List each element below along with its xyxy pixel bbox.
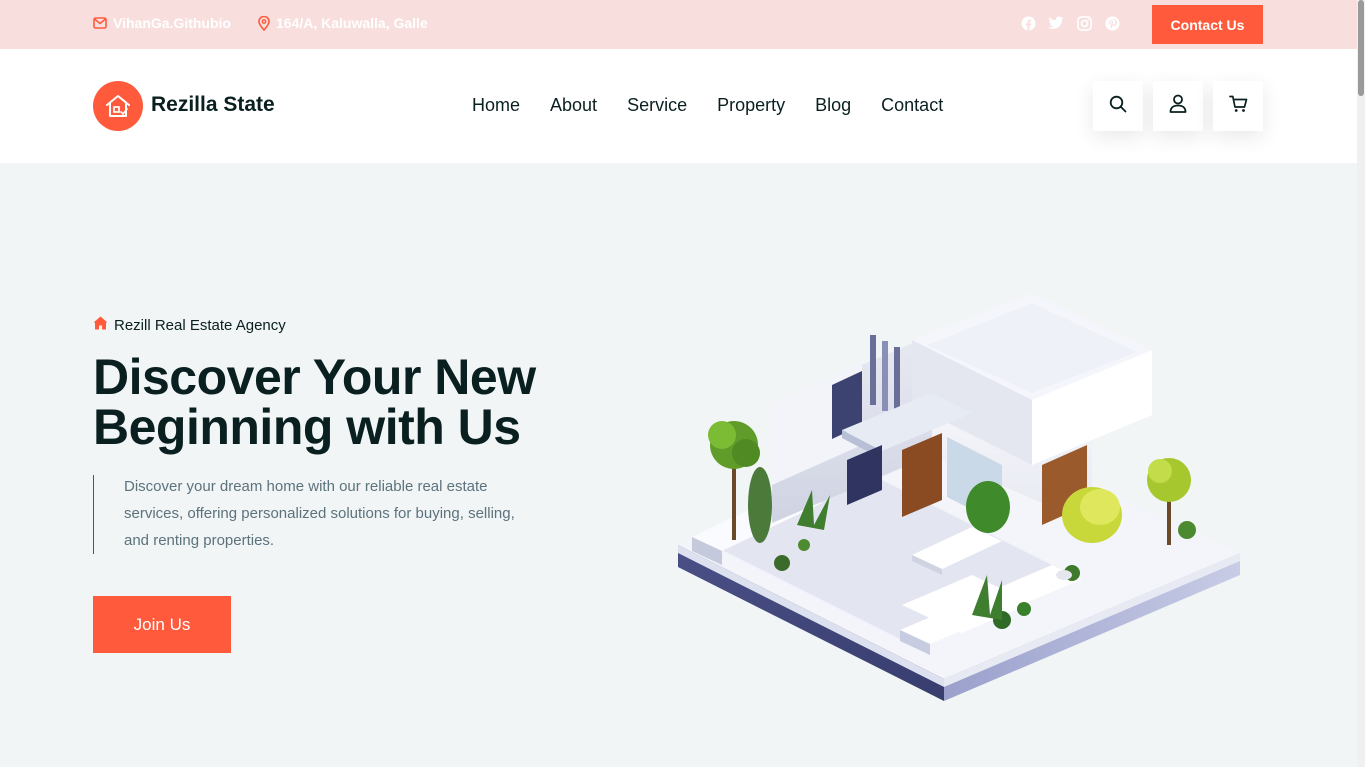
search-icon xyxy=(1109,95,1127,118)
nav-blog[interactable]: Blog xyxy=(815,95,851,116)
address-text: 164/A, Kaluwalla, Galle xyxy=(276,15,428,31)
nav-contact[interactable]: Contact xyxy=(881,95,943,116)
cart-icon xyxy=(1228,95,1248,118)
hero-eyebrow: Rezill Real Estate Agency xyxy=(93,316,286,334)
scrollbar-thumb[interactable] xyxy=(1358,0,1364,96)
hero-headline: Discover Your New Beginning with Us xyxy=(93,352,653,452)
user-icon xyxy=(1169,94,1187,118)
top-bar: VihanGa.Githubio 164/A, Kaluwalla, Galle… xyxy=(0,0,1357,49)
cart-button[interactable] xyxy=(1213,81,1263,131)
headline-line-1: Discover Your New xyxy=(93,349,536,405)
hero-description: Discover your dream home with our reliab… xyxy=(93,475,543,554)
pinterest-icon[interactable] xyxy=(1104,15,1120,31)
home-icon xyxy=(93,316,108,334)
brand-name[interactable]: Rezilla State xyxy=(151,93,275,117)
nav-service[interactable]: Service xyxy=(627,95,687,116)
account-button[interactable] xyxy=(1153,81,1203,131)
contact-us-button[interactable]: Contact Us xyxy=(1152,5,1263,44)
address-contact: 164/A, Kaluwalla, Galle xyxy=(258,15,428,31)
email-contact[interactable]: VihanGa.Githubio xyxy=(93,15,231,31)
location-pin-icon xyxy=(258,15,270,31)
main-header: Rezilla State Home About Service Propert… xyxy=(0,49,1357,163)
house-illustration xyxy=(678,293,1240,701)
eyebrow-text: Rezill Real Estate Agency xyxy=(114,316,286,334)
logo-house-icon[interactable] xyxy=(93,81,143,131)
social-links xyxy=(1020,15,1120,31)
join-us-button[interactable]: Join Us xyxy=(93,596,231,653)
facebook-icon[interactable] xyxy=(1020,15,1036,31)
mail-icon xyxy=(93,17,107,29)
email-text: VihanGa.Githubio xyxy=(113,15,231,31)
nav-about[interactable]: About xyxy=(550,95,597,116)
twitter-icon[interactable] xyxy=(1048,15,1064,31)
search-button[interactable] xyxy=(1093,81,1143,131)
headline-line-2: Beginning with Us xyxy=(93,399,521,455)
page-scrollbar[interactable] xyxy=(1357,0,1365,767)
main-nav: Home About Service Property Blog Contact xyxy=(472,95,943,116)
nav-home[interactable]: Home xyxy=(472,95,520,116)
description-text: Discover your dream home with our reliab… xyxy=(124,478,515,549)
nav-property[interactable]: Property xyxy=(717,95,785,116)
instagram-icon[interactable] xyxy=(1076,15,1092,31)
